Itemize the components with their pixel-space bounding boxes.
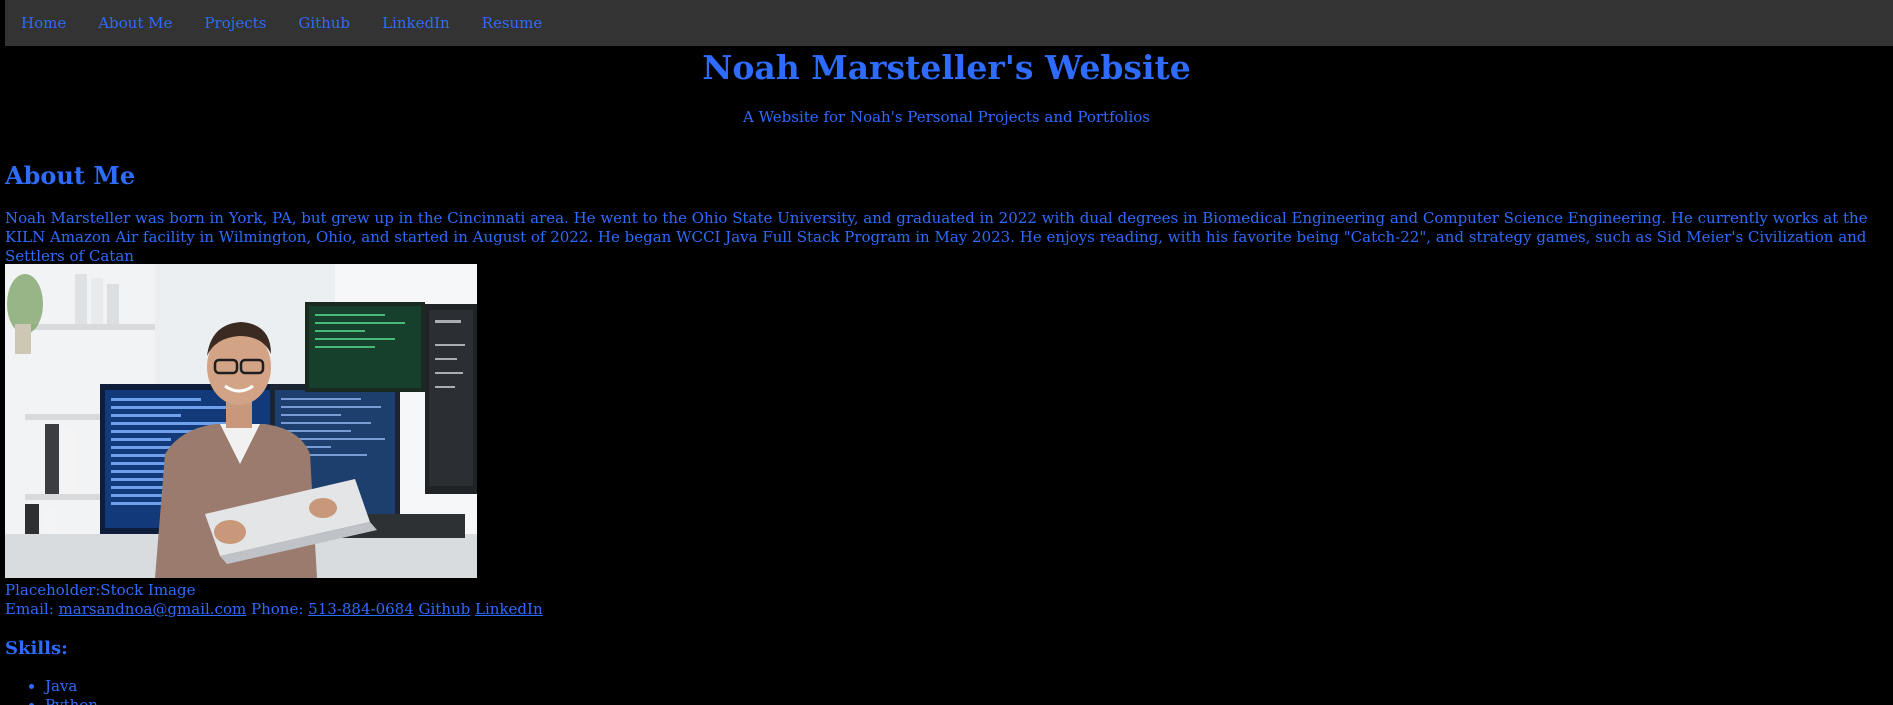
about-heading: About Me	[5, 161, 136, 190]
skill-item: Python	[45, 696, 98, 705]
contact-github-link[interactable]: Github	[419, 600, 471, 618]
skills-heading: Skills:	[5, 638, 68, 659]
about-bio: Noah Marsteller was born in York, PA, bu…	[5, 209, 1868, 265]
phone-link[interactable]: 513-884-0684	[308, 600, 414, 618]
top-navbar: Home About Me Projects Github LinkedIn R…	[5, 0, 1893, 46]
contact-linkedin-link[interactable]: LinkedIn	[475, 600, 543, 618]
nav-home-link[interactable]: Home	[5, 14, 82, 32]
site-subtitle: A Website for Noah's Personal Projects a…	[743, 108, 1150, 126]
nav-projects-link[interactable]: Projects	[188, 14, 282, 32]
phone-label: Phone:	[251, 600, 304, 618]
site-title: Noah Marsteller's Website	[702, 48, 1191, 87]
nav-about-link[interactable]: About Me	[82, 14, 188, 32]
profile-stock-photo	[5, 264, 477, 578]
nav-github-link[interactable]: Github	[282, 14, 366, 32]
email-label: Email:	[5, 600, 54, 618]
skills-list: Java Python	[5, 677, 98, 705]
image-caption: Placeholder:Stock Image	[5, 581, 196, 599]
nav-linkedin-link[interactable]: LinkedIn	[366, 14, 466, 32]
skill-item: Java	[45, 677, 98, 696]
email-link[interactable]: marsandnoa@gmail.com	[59, 600, 247, 618]
contact-line: Email: marsandnoa@gmail.com Phone: 513-8…	[5, 600, 543, 619]
nav-resume-link[interactable]: Resume	[466, 14, 559, 32]
